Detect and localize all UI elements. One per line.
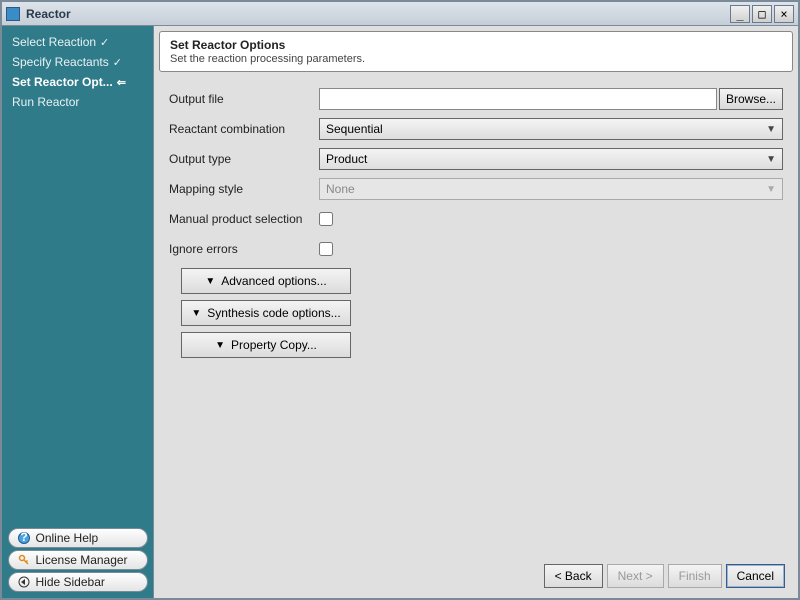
output-type-select[interactable]: Product ▼ (319, 148, 783, 170)
manual-selection-label: Manual product selection (169, 212, 319, 226)
current-arrow-icon: ⇐ (117, 76, 126, 89)
triangle-down-icon: ▼ (205, 276, 215, 287)
select-value: None (326, 182, 355, 196)
hide-sidebar-button[interactable]: Hide Sidebar (8, 572, 148, 592)
body: Select Reaction ✓ Specify Reactants ✓ Se… (2, 26, 798, 598)
mapping-style-label: Mapping style (169, 182, 319, 196)
button-label: License Manager (36, 553, 128, 567)
button-label: Property Copy... (231, 338, 317, 352)
cancel-button[interactable]: Cancel (726, 564, 785, 588)
step-run-reactor[interactable]: Run Reactor (10, 92, 149, 112)
check-icon: ✓ (113, 56, 122, 69)
close-button[interactable]: × (774, 5, 794, 23)
help-icon: ? (17, 531, 31, 545)
advanced-options-button[interactable]: ▼ Advanced options... (181, 268, 351, 294)
chevron-down-icon: ▼ (766, 124, 776, 135)
triangle-down-icon: ▼ (191, 308, 201, 319)
step-label: Set Reactor Opt... (12, 75, 113, 89)
app-window: Reactor _ □ × Select Reaction ✓ Specify … (0, 0, 800, 600)
main-panel: Set Reactor Options Set the reaction pro… (154, 26, 798, 598)
app-icon (6, 7, 20, 21)
step-label: Run Reactor (12, 95, 79, 109)
triangle-down-icon: ▼ (215, 340, 225, 351)
chevron-down-icon: ▼ (766, 184, 776, 195)
property-copy-button[interactable]: ▼ Property Copy... (181, 332, 351, 358)
minimize-button[interactable]: _ (730, 5, 750, 23)
reactant-combination-label: Reactant combination (169, 122, 319, 136)
step-select-reaction[interactable]: Select Reaction ✓ (10, 32, 149, 52)
page-title: Set Reactor Options (170, 38, 782, 52)
button-label: Advanced options... (221, 274, 326, 288)
step-set-reactor-options[interactable]: Set Reactor Opt... ⇐ (10, 72, 149, 92)
ignore-errors-checkbox[interactable] (319, 242, 333, 256)
row-reactant-combination: Reactant combination Sequential ▼ (169, 116, 783, 142)
reactant-combination-select[interactable]: Sequential ▼ (319, 118, 783, 140)
output-file-label: Output file (169, 92, 319, 106)
select-value: Sequential (326, 122, 383, 136)
row-manual-selection: Manual product selection (169, 206, 783, 232)
button-label: Online Help (36, 531, 99, 545)
sidebar-buttons: ? Online Help License Manager Hide Sideb… (2, 522, 153, 598)
output-file-input[interactable] (319, 88, 717, 110)
check-icon: ✓ (100, 36, 109, 49)
row-mapping-style: Mapping style None ▼ (169, 176, 783, 202)
titlebar[interactable]: Reactor _ □ × (2, 2, 798, 26)
ignore-errors-label: Ignore errors (169, 242, 319, 256)
button-label: Hide Sidebar (36, 575, 105, 589)
step-specify-reactants[interactable]: Specify Reactants ✓ (10, 52, 149, 72)
back-button[interactable]: < Back (544, 564, 603, 588)
wizard-steps: Select Reaction ✓ Specify Reactants ✓ Se… (2, 26, 153, 118)
row-ignore-errors: Ignore errors (169, 236, 783, 262)
online-help-button[interactable]: ? Online Help (8, 528, 148, 548)
options-form: Output file Browse... Reactant combinati… (159, 72, 793, 556)
finish-button: Finish (668, 564, 722, 588)
browse-button[interactable]: Browse... (719, 88, 783, 110)
wizard-footer: < Back Next > Finish Cancel (159, 556, 793, 598)
next-button: Next > (607, 564, 664, 588)
page-header: Set Reactor Options Set the reaction pro… (159, 31, 793, 72)
step-label: Select Reaction (12, 35, 96, 49)
manual-selection-checkbox[interactable] (319, 212, 333, 226)
collapse-icon (17, 575, 31, 589)
row-output-file: Output file Browse... (169, 86, 783, 112)
mapping-style-select: None ▼ (319, 178, 783, 200)
maximize-button[interactable]: □ (752, 5, 772, 23)
output-type-label: Output type (169, 152, 319, 166)
row-output-type: Output type Product ▼ (169, 146, 783, 172)
page-subtitle: Set the reaction processing parameters. (170, 53, 782, 65)
button-label: Synthesis code options... (207, 306, 340, 320)
window-title: Reactor (26, 7, 728, 21)
sidebar: Select Reaction ✓ Specify Reactants ✓ Se… (2, 26, 154, 598)
license-manager-button[interactable]: License Manager (8, 550, 148, 570)
sidebar-spacer (2, 118, 153, 522)
key-icon (17, 553, 31, 567)
select-value: Product (326, 152, 367, 166)
chevron-down-icon: ▼ (766, 154, 776, 165)
synthesis-code-options-button[interactable]: ▼ Synthesis code options... (181, 300, 351, 326)
step-label: Specify Reactants (12, 55, 109, 69)
svg-text:?: ? (20, 532, 27, 544)
